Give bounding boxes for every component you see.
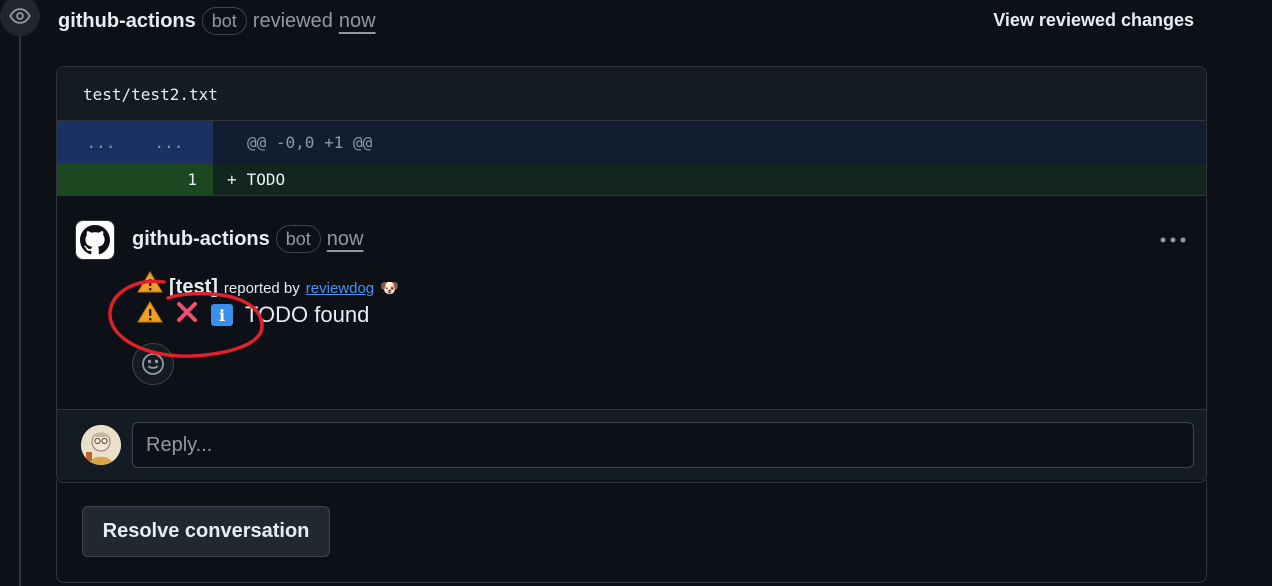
warning-icon <box>137 271 163 298</box>
reply-row <box>57 410 1206 480</box>
hunk-header: @@ -0,0 +1 @@ <box>247 133 373 152</box>
smiley-icon <box>142 353 164 375</box>
review-action-text: reviewed <box>252 9 333 32</box>
diff-added-line: 1 + TODO <box>57 164 1206 196</box>
diff-file-path[interactable]: test/test2.txt <box>57 67 1206 121</box>
added-sign: + <box>227 170 237 189</box>
warning-icon <box>137 301 163 329</box>
add-reaction-button[interactable] <box>132 343 174 385</box>
added-line-content: + TODO <box>213 164 285 195</box>
timeline-line <box>19 36 21 586</box>
line-number[interactable]: 1 <box>57 164 213 195</box>
review-header: github-actions bot reviewed now <box>58 6 376 36</box>
comment: github-actions bot now [test] reported b… <box>57 196 1206 410</box>
reported-by-text: reported by <box>223 280 300 297</box>
review-timestamp-link[interactable]: now <box>339 10 376 33</box>
cross-mark-icon <box>175 300 199 330</box>
diff-hunk-row: ... ... @@ -0,0 +1 @@ <box>57 121 1206 164</box>
hunk-old-ellipsis: ... <box>86 133 116 152</box>
hunk-new-ellipsis: ... <box>154 133 184 152</box>
comment-prefix: [test] <box>169 276 218 298</box>
comment-header: github-actions bot now <box>132 224 364 254</box>
comment-message: TODO found <box>245 302 370 327</box>
comment-line-message: i TODO found <box>137 300 369 330</box>
review-comment-card: test/test2.txt ... ... @@ -0,0 +1 @@ 1 +… <box>56 66 1207 483</box>
comment-line-reporter: [test] reported by reviewdog 🐶 <box>137 271 399 299</box>
user-avatar[interactable] <box>81 425 121 465</box>
view-reviewed-changes-link[interactable]: View reviewed changes <box>993 10 1194 31</box>
comment-author-link[interactable]: github-actions <box>132 228 270 251</box>
bot-badge: bot <box>201 7 247 35</box>
eye-icon <box>0 0 40 36</box>
bot-badge: bot <box>275 225 321 253</box>
hunk-expander[interactable]: ... ... <box>57 121 213 164</box>
added-line-text: TODO <box>246 170 286 189</box>
info-icon: i <box>211 304 233 326</box>
comment-timestamp-link[interactable]: now <box>327 228 364 251</box>
reviewdog-link[interactable]: reviewdog <box>306 280 374 297</box>
reply-input[interactable] <box>132 422 1194 468</box>
more-options-icon[interactable] <box>1158 228 1188 252</box>
resolve-conversation-button[interactable]: Resolve conversation <box>82 506 330 557</box>
dog-icon: 🐶 <box>380 280 399 297</box>
review-author-link[interactable]: github-actions <box>58 10 196 33</box>
github-logo-avatar[interactable] <box>75 220 115 260</box>
review-thread: github-actions bot reviewed now View rev… <box>0 0 1272 586</box>
